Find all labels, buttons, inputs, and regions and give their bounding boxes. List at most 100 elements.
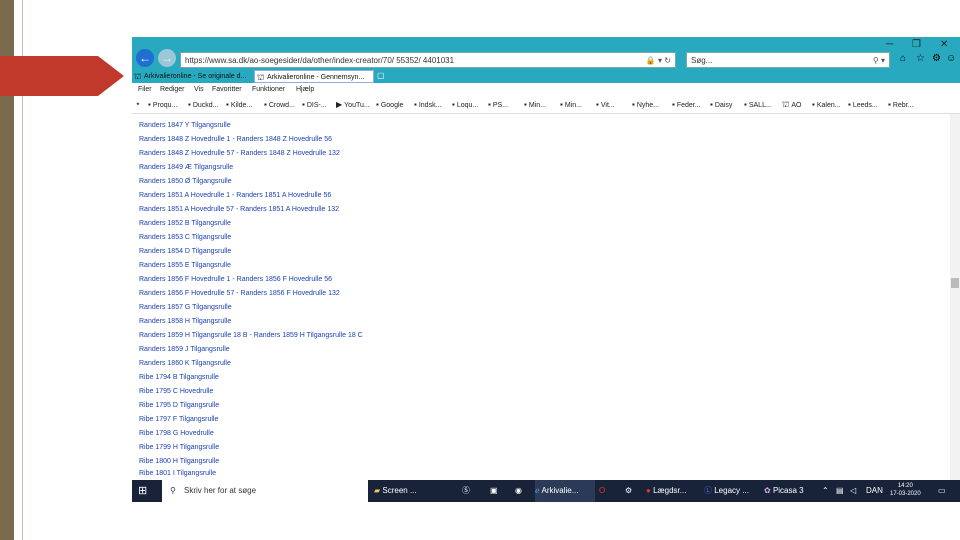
taskbar-app-screen[interactable]: ▰ Screen ... [374, 480, 428, 502]
fav-link[interactable]: ⛫ AO [782, 96, 801, 114]
language-indicator[interactable]: DAN [866, 480, 883, 502]
menu-item-hjaelp[interactable]: Hjælp [296, 83, 314, 96]
list-link[interactable]: Ribe 1798 G Hovedrulle [139, 430, 214, 437]
list-link[interactable]: Randers 1858 H Tilgangsrulle [139, 318, 231, 325]
clock-date: 17-03-2020 [890, 491, 921, 497]
list-link[interactable]: Randers 1851 A Hovedrulle 1 - Randers 18… [139, 192, 331, 199]
taskbar-search-input[interactable]: ⚲ Skriv her for at søge [162, 480, 368, 502]
fav-link[interactable]: ▪ DIS-... [302, 96, 327, 114]
ms-store-icon[interactable]: ▣ [490, 480, 498, 502]
fav-link[interactable]: ▪ Indsk... [414, 96, 441, 114]
list-link[interactable]: Randers 1854 D Tilgangsrulle [139, 248, 231, 255]
menu-item-favoritter[interactable]: Favoritter [212, 83, 242, 96]
taskbar-app-laegdsr[interactable]: ● Lægdsr... [646, 480, 700, 502]
list-link[interactable]: Randers 1859 H Tilgangsrulle 18 B - Rand… [139, 332, 363, 339]
fav-link[interactable]: ▪ Min... [524, 96, 546, 114]
vertical-scrollbar[interactable] [950, 114, 960, 480]
list-link[interactable]: Randers 1860 K Tilgangsrulle [139, 360, 231, 367]
taskbar-app-legacy[interactable]: Ⓛ Legacy ... [704, 480, 758, 502]
taskbar-app-arkivalier[interactable]: ℯ Arkivalie... [535, 480, 595, 502]
fav-link[interactable]: ▶ YouTu... [336, 96, 370, 114]
list-link[interactable]: Randers 1850 Ø Tilgangsrulle [139, 178, 232, 185]
forward-button[interactable]: → [158, 49, 176, 67]
list-link[interactable]: Ribe 1795 C Hovedrulle [139, 388, 213, 395]
fav-link[interactable]: ▪ Kalen... [812, 96, 841, 114]
taskbar-search-placeholder: Skriv her for at søge [184, 486, 257, 495]
fav-link[interactable]: ▪ Loqu... [452, 96, 478, 114]
notifications-icon[interactable]: ▭ [938, 480, 946, 502]
list-link[interactable]: Randers 1848 Z Hovedrulle 1 - Randers 18… [139, 136, 332, 143]
close-button[interactable]: ✕ [940, 39, 948, 50]
fav-link[interactable]: ▪ Vit... [596, 96, 615, 114]
skype-icon[interactable]: Ⓢ [462, 480, 470, 502]
fav-link[interactable]: ▪ Crowd... [264, 96, 295, 114]
new-tab-icon[interactable]: ▢ [377, 71, 385, 80]
fav-link[interactable]: ▪ Min... [560, 96, 582, 114]
menu-item-vis[interactable]: Vis [194, 83, 204, 96]
address-url: https://www.sa.dk/ao-soegesider/da/other… [185, 56, 455, 65]
list-link[interactable]: Randers 1847 Y Tilgangsrulle [139, 122, 231, 129]
settings-gear-icon[interactable]: ⚙ [932, 53, 941, 64]
tab-label: Arkivalieronline - Gennemsyn... [267, 74, 365, 81]
list-link[interactable]: Randers 1851 A Hovedrulle 57 - Randers 1… [139, 206, 339, 213]
fav-link[interactable]: ▪ Google [376, 96, 403, 114]
scrollbar-thumb[interactable] [951, 278, 959, 288]
fav-link[interactable]: ▪ Leeds... [848, 96, 878, 114]
fav-link[interactable]: ▪ Nyhe... [632, 96, 659, 114]
menu-item-filer[interactable]: Filer [138, 83, 152, 96]
fav-link[interactable]: ▪ Feder... [672, 96, 701, 114]
search-icon: ⚲ [170, 486, 176, 495]
list-link[interactable]: Randers 1848 Z Hovedrulle 57 - Randers 1… [139, 150, 340, 157]
tab-arkivalier-gennemsyn[interactable]: ⛫ Arkivalieronline - Gennemsyn... [254, 70, 374, 83]
list-link[interactable]: Randers 1856 F Hovedrulle 57 - Randers 1… [139, 290, 340, 297]
fav-link[interactable]: ▪ Proqu... [148, 96, 177, 114]
taskbar-clock[interactable]: 14:20 17-03-2020 [890, 482, 921, 498]
menu-bar: Filer Rediger Vis Favoritter Funktioner … [132, 83, 960, 96]
fav-link[interactable]: ▪ PS... [488, 96, 508, 114]
list-link[interactable]: Ribe 1795 D Tilgangsrulle [139, 402, 219, 409]
fav-link[interactable]: ▪ Rebr... [888, 96, 913, 114]
fav-link[interactable]: ▪ Kilde... [226, 96, 252, 114]
tab-arkivalier-originale[interactable]: ⛫ Arkivalieronline - Se originale d... [132, 70, 254, 83]
fav-link[interactable]: ▪ Duckd... [188, 96, 219, 114]
list-link[interactable]: Ribe 1801 I Tilgangsrulle [139, 470, 216, 477]
clock-time: 14:20 [897, 483, 913, 489]
windows-start-icon[interactable]: ⊞ [138, 480, 147, 502]
smiley-feedback-icon[interactable]: ☺ [946, 53, 956, 64]
opera-icon[interactable]: O [599, 480, 605, 502]
tray-chevron-icon[interactable]: ⌃ [822, 480, 829, 502]
list-link[interactable]: Randers 1855 E Tilgangsrulle [139, 262, 231, 269]
volume-icon[interactable]: ◁ [850, 480, 856, 502]
list-link[interactable]: Randers 1852 B Tilgangsrulle [139, 220, 231, 227]
menu-item-funktioner[interactable]: Funktioner [252, 83, 285, 96]
restore-button[interactable]: ❐ [912, 39, 921, 50]
minimize-button[interactable]: ─ [886, 39, 893, 50]
archive-tab-icon: ⛫ [257, 73, 265, 82]
network-icon[interactable]: ▤ [836, 480, 844, 502]
list-link[interactable]: Ribe 1794 B Tilgangsrulle [139, 374, 219, 381]
search-icon[interactable]: ⚲ ▾ [873, 53, 885, 69]
archive-tab-icon: ⛫ [134, 72, 142, 81]
back-button[interactable]: ← [136, 49, 154, 67]
list-link[interactable]: Randers 1853 C Tilgangsrulle [139, 234, 231, 241]
fav-link[interactable]: ▪ SALL... [744, 96, 772, 114]
search-input[interactable]: Søg... ⚲ ▾ [686, 52, 890, 68]
address-bar[interactable]: https://www.sa.dk/ao-soegesider/da/other… [180, 52, 676, 68]
fav-link[interactable]: ▪ Daisy [710, 96, 732, 114]
list-link[interactable]: Ribe 1800 H Tilgangsrulle [139, 458, 219, 465]
home-icon[interactable]: ⌂ [900, 53, 906, 64]
favorites-star-icon[interactable]: ☆ [916, 53, 925, 64]
list-link[interactable]: Randers 1856 F Hovedrulle 1 - Randers 18… [139, 276, 332, 283]
chrome-icon[interactable]: ◉ [515, 480, 522, 502]
list-link[interactable]: Randers 1857 G Tilgangsrulle [139, 304, 232, 311]
list-link[interactable]: Randers 1859 J Tilgangsrulle [139, 346, 230, 353]
list-link[interactable]: Ribe 1799 H Tilgangsrulle [139, 444, 219, 451]
list-link[interactable]: Randers 1849 Æ Tilgangsrulle [139, 164, 233, 171]
favorites-add-icon[interactable]: ⭑ [136, 96, 140, 113]
browser-screenshot: ← → https://www.sa.dk/ao-soegesider/da/o… [132, 37, 960, 502]
settings-gear-icon[interactable]: ⚙ [625, 480, 632, 502]
list-link[interactable]: Ribe 1797 F Tilgangsrulle [139, 416, 218, 423]
taskbar-app-picasa[interactable]: ✿ Picasa 3 [764, 480, 818, 502]
menu-item-rediger[interactable]: Rediger [160, 83, 185, 96]
lock-refresh-icons[interactable]: 🔒 ▾ ↻ [646, 53, 671, 67]
